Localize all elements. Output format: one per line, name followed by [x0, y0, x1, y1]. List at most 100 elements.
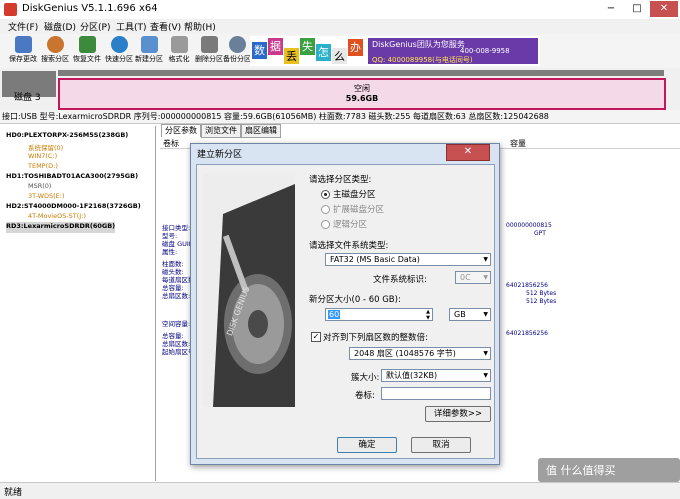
save-changes-button[interactable]: 保存更改 — [8, 35, 38, 67]
size-label: 新分区大小(0 - 60 GB): — [309, 295, 401, 305]
param-label: 空间容量: — [162, 320, 191, 328]
fs-type-label: 请选择文件系统类型: — [309, 241, 389, 251]
menu-bar: 文件(F) 磁盘(D) 分区(P) 工具(T) 查看(V) 帮助(H) — [0, 19, 680, 34]
align-label: 对齐到下列扇区数的整数倍: — [323, 333, 428, 343]
chevron-down-icon: ▼ — [483, 256, 488, 263]
param-value: 000000000815 — [506, 222, 552, 229]
tab-partition-params[interactable]: 分区参数 — [161, 124, 201, 137]
volume-label: 卷标: — [355, 391, 375, 401]
banner-char-1: 数 — [252, 42, 267, 59]
dialog-body: DISK GENIUS 请选择分区类型: 主磁盘分区 扩展磁盘分区 逻辑分区 请… — [196, 164, 495, 459]
quick-partition-icon — [110, 36, 128, 53]
param-label: 属性: — [162, 248, 178, 256]
recover-file-button[interactable]: 恢复文件 — [72, 35, 102, 67]
new-partition-icon — [140, 36, 158, 53]
maximize-button[interactable]: □ — [624, 1, 650, 17]
tab-browse-files[interactable]: 浏览文件 — [201, 124, 241, 138]
fs-type-select[interactable]: FAT32 (MS Basic Data) ▼ — [325, 253, 491, 266]
banner-panel: DiskGenius团队为您服务 400-008-9958 QQ: 400008… — [368, 38, 538, 64]
radio-primary[interactable] — [321, 190, 330, 199]
menu-tools[interactable]: 工具(T) — [116, 20, 147, 33]
col-volume: 卷标 — [163, 139, 179, 148]
chevron-down-icon: ▼ — [483, 350, 488, 357]
dialog-close-button[interactable]: ✕ — [446, 144, 490, 161]
banner-char-5: 怎 — [316, 44, 331, 61]
hard-drive-image: DISK GENIUS — [203, 174, 295, 407]
disk-info-text: 接口:USB 型号:LexarmicroSDRDR 序列号:0000000008… — [2, 112, 549, 121]
cluster-label: 簇大小: — [351, 373, 380, 383]
status-text: 就绪 — [4, 488, 23, 498]
format-icon — [170, 36, 188, 53]
title-bar: DiskGenius V5.1.1.696 x64 − □ ✕ — [0, 0, 680, 19]
save-icon — [14, 36, 32, 53]
backup-partition-icon — [228, 36, 246, 53]
volume-input[interactable] — [381, 387, 491, 400]
size-unit-select[interactable]: GB ▼ — [449, 308, 491, 321]
radio-extended[interactable] — [321, 205, 330, 214]
param-value: GPT — [534, 230, 546, 237]
spin-icon[interactable]: ▲ ▼ — [426, 309, 430, 321]
param-label: 总扇区数: — [162, 292, 191, 300]
size-input[interactable]: 60 ▲ ▼ — [325, 308, 433, 321]
dialog-title: 建立新分区 — [197, 150, 243, 160]
disk-capacity-bar — [58, 70, 664, 76]
radio-logical-label: 逻辑分区 — [333, 220, 368, 230]
param-value: 64021856256 — [506, 330, 548, 337]
col-capacity: 容量 — [510, 139, 526, 148]
partition-label: 空闲 — [354, 84, 370, 93]
close-button[interactable]: ✕ — [650, 1, 678, 17]
banner-char-4: 失 — [300, 38, 315, 55]
chevron-down-icon: ▼ — [483, 311, 488, 318]
disk-info-bar: 接口:USB 型号:LexarmicroSDRDR 序列号:0000000008… — [0, 110, 680, 124]
radio-primary-label: 主磁盘分区 — [333, 190, 376, 200]
param-value: 512 Bytes — [526, 290, 557, 297]
status-bar: 就绪 — [0, 482, 680, 499]
banner-team-text: DiskGenius团队为您服务 — [372, 40, 465, 49]
window-title: DiskGenius V5.1.1.696 x64 — [22, 3, 158, 14]
disk-label: 磁盘 3 — [14, 93, 41, 103]
menu-partition[interactable]: 分区(P) — [80, 20, 110, 33]
menu-disk[interactable]: 磁盘(D) — [44, 20, 76, 33]
watermark-text: 值 什么值得买 — [546, 464, 616, 477]
radio-logical[interactable] — [321, 220, 330, 229]
partition-type-label: 请选择分区类型: — [309, 175, 372, 185]
app-logo-icon — [4, 3, 17, 16]
backup-partition-button[interactable]: 备份分区 — [222, 35, 252, 67]
banner-qq: QQ: 4000089958(与电话同号) — [372, 56, 473, 64]
menu-view[interactable]: 查看(V) — [150, 20, 181, 33]
banner-phone: 400-008-9958 — [460, 47, 510, 55]
tree-disk-hd1[interactable]: HD1:TOSHIBADT01ACA300(2795GB) — [6, 172, 138, 183]
align-checkbox[interactable]: ✓ — [311, 332, 321, 342]
cancel-button[interactable]: 取消 — [411, 437, 471, 453]
tab-sector-edit[interactable]: 扇区编辑 — [241, 124, 281, 138]
toolbar: 保存更改 搜索分区 恢复文件 快速分区 新建分区 格式化 删除分区 备份分区 数… — [0, 34, 680, 69]
search-partition-icon — [46, 36, 64, 53]
tree-disk-rd3[interactable]: RD3:LexarmicroSDRDR(60GB) — [6, 222, 116, 233]
chevron-down-icon: ▼ — [483, 274, 488, 281]
chevron-down-icon: ▼ — [483, 372, 488, 379]
search-partition-button[interactable]: 搜索分区 — [40, 35, 70, 67]
cluster-select[interactable]: 默认值(32KB) ▼ — [381, 369, 491, 382]
new-partition-dialog: 建立新分区 ✕ DISK GENIUS 请选择分区类型: 主磁盘分区 扩展磁盘分… — [190, 143, 500, 465]
recover-file-icon — [78, 36, 96, 53]
fs-id-label: 文件系统标识: — [373, 275, 427, 285]
watermark-bg: 值 什么值得买 — [538, 458, 680, 482]
align-select[interactable]: 2048 扇区 (1048576 字节) ▼ — [349, 347, 491, 360]
partition-size: 59.6GB — [345, 94, 379, 103]
tree-disk-hd0[interactable]: HD0:PLEXTORPX-256M5S(238GB) — [6, 131, 128, 142]
fs-id-select[interactable]: 0C ▼ — [455, 271, 491, 284]
banner-char-7: 办 — [348, 39, 363, 56]
menu-help[interactable]: 帮助(H) — [184, 20, 216, 33]
free-space-partition[interactable]: 空闲 59.6GB — [58, 78, 666, 110]
banner-char-2: 据 — [268, 38, 283, 55]
ad-banner[interactable]: 数 据 丢 失 怎 么 办 DiskGenius团队为您服务 400-008-9… — [250, 36, 540, 66]
minimize-button[interactable]: − — [598, 1, 624, 17]
param-value: 64021856256 — [506, 282, 548, 289]
param-value: 512 Bytes — [526, 298, 557, 305]
advanced-params-button[interactable]: 详细参数>> — [425, 406, 491, 422]
banner-char-6: 么 — [332, 48, 347, 64]
delete-partition-icon — [200, 36, 218, 53]
menu-file[interactable]: 文件(F) — [8, 20, 38, 33]
disk-tree[interactable]: HD0:PLEXTORPX-256M5S(238GB) 系统保留(0) WIN7… — [0, 126, 156, 481]
ok-button[interactable]: 确定 — [337, 437, 397, 453]
